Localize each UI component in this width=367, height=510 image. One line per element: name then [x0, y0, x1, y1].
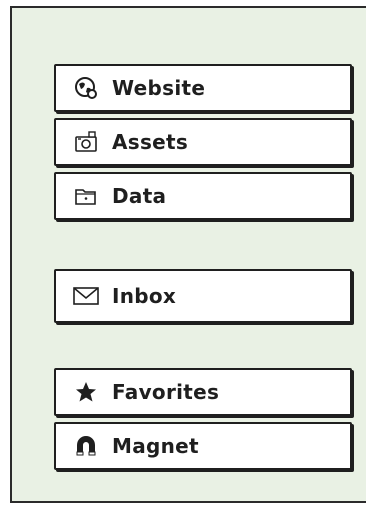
menu-item-label: Data [112, 184, 167, 208]
star-icon [72, 378, 100, 406]
menu-item-label: Inbox [112, 284, 177, 308]
menu-panel: Website Assets Data Inbox Favorites Magn… [10, 6, 366, 503]
menu-item-assets[interactable]: Assets [54, 118, 352, 166]
menu-item-favorites[interactable]: Favorites [54, 368, 352, 416]
menu-group-inbox: Inbox [54, 269, 352, 329]
menu-item-website[interactable]: Website [54, 64, 352, 112]
menu-item-label: Favorites [112, 380, 220, 404]
camera-icon [72, 128, 100, 156]
magnet-icon [72, 432, 100, 460]
menu-group-extras: Favorites Magnet [54, 368, 352, 476]
folder-icon [72, 182, 100, 210]
menu-item-inbox[interactable]: Inbox [54, 269, 352, 323]
globe-icon [72, 74, 100, 102]
menu-item-data[interactable]: Data [54, 172, 352, 220]
menu-group-primary: Website Assets Data [54, 64, 352, 226]
menu-item-label: Magnet [112, 434, 199, 458]
menu-item-magnet[interactable]: Magnet [54, 422, 352, 470]
envelope-icon [72, 282, 100, 310]
menu-item-label: Website [112, 76, 206, 100]
menu-item-label: Assets [112, 130, 189, 154]
